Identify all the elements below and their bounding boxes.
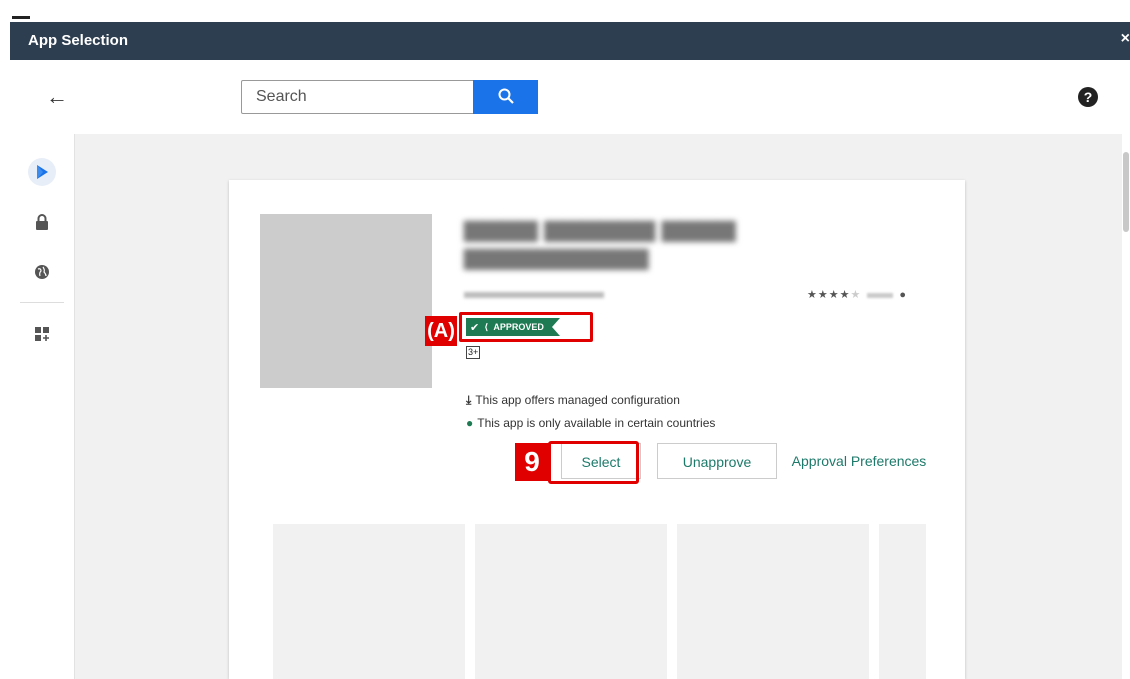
scrollbar-thumb[interactable] [1123, 152, 1129, 232]
lock-icon[interactable] [28, 208, 56, 236]
app-detail-card: ▆▆▆▆ ▆▆▆▆▆▆ ▆▆▆▆ ▆▆▆▆▆▆▆▆▆▆ ★★★★★ ● ✔ ⟨ A… [229, 180, 965, 679]
help-icon[interactable]: ? [1078, 87, 1098, 107]
sidebar [10, 134, 75, 679]
screenshot-thumbnail[interactable] [273, 524, 465, 679]
feature-country-availability: ● This app is only available in certain c… [466, 416, 716, 430]
search-button[interactable] [473, 80, 538, 114]
user-icon: ● [899, 289, 907, 301]
age-rating-badge: 3+ [466, 346, 481, 359]
back-arrow-icon[interactable]: ← [46, 84, 68, 110]
close-icon[interactable]: × [1121, 30, 1130, 48]
blurred-developer-name [464, 292, 604, 298]
search-icon [498, 88, 514, 104]
feature-managed-config: ⤓ This app offers managed configuration [466, 393, 680, 407]
play-store-icon[interactable] [28, 158, 56, 186]
dialog-title: App Selection [28, 32, 129, 49]
rating-stars: ★★★★★ ● [807, 289, 907, 301]
annotation-box-a [459, 312, 593, 342]
search-input[interactable] [241, 80, 487, 114]
download-check-icon: ⤓ [466, 393, 472, 407]
screenshot-thumbnail[interactable] [879, 524, 926, 679]
unapprove-button[interactable]: Unapprove [657, 443, 777, 479]
annotation-box-step-9 [548, 441, 639, 484]
globe-icon[interactable] [28, 258, 56, 286]
app-icon-placeholder [260, 214, 432, 388]
sidebar-divider [20, 302, 64, 303]
screenshot-thumbnail[interactable] [475, 524, 667, 679]
title-bar: App Selection × [10, 22, 1130, 60]
annotation-label-a: (A) [425, 316, 457, 346]
vertical-scrollbar[interactable] [1122, 134, 1130, 679]
grid-add-icon[interactable] [28, 320, 56, 348]
info-icon: ● [466, 416, 474, 430]
toolbar: ← ? [10, 60, 1130, 135]
approval-preferences-link[interactable]: Approval Preferences [785, 443, 933, 479]
blurred-app-title: ▆▆▆▆ ▆▆▆▆▆▆ ▆▆▆▆ ▆▆▆▆▆▆▆▆▆▆ [464, 215, 736, 270]
screenshot-thumbnail[interactable] [677, 524, 869, 679]
annotation-label-step-9: 9 [515, 443, 549, 481]
